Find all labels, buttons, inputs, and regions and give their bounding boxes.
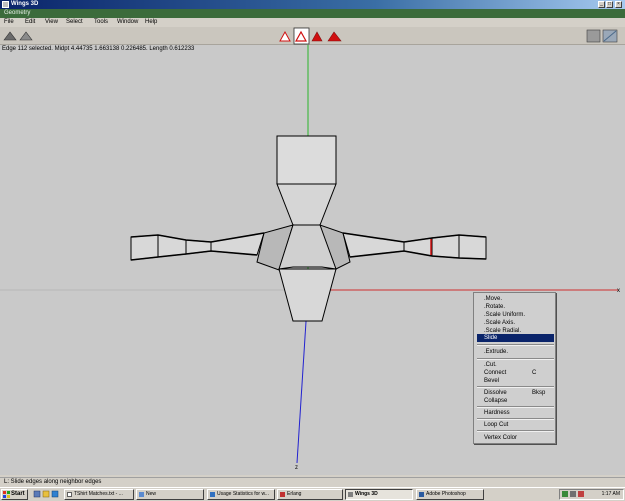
window-titlebar[interactable]: Wings 3D _ □ × bbox=[0, 0, 625, 9]
body-mode-icon[interactable] bbox=[327, 31, 342, 42]
document-icon bbox=[139, 492, 144, 497]
menu-separator bbox=[477, 430, 554, 432]
menu-item-move[interactable]: .Move. bbox=[484, 295, 502, 303]
menu-item-cut[interactable]: .Cut. bbox=[484, 361, 497, 369]
left-forearm bbox=[130, 234, 159, 261]
geometry-window-bar: Geometry bbox=[0, 9, 625, 18]
taskbar-item-photoshop[interactable]: Adobe Photoshop bbox=[416, 489, 484, 500]
toolbar bbox=[0, 27, 625, 45]
antivirus-icon bbox=[578, 491, 584, 497]
menu-separator bbox=[477, 386, 554, 388]
volume-icon bbox=[570, 491, 576, 497]
erlang-icon bbox=[280, 492, 285, 497]
menu-item-rotate[interactable]: .Rotate. bbox=[484, 303, 505, 311]
explorer-icon bbox=[42, 490, 50, 498]
face-mode-icon[interactable] bbox=[311, 31, 323, 42]
menu-view[interactable]: View bbox=[45, 18, 58, 27]
menu-separator bbox=[477, 418, 554, 420]
wings-app-icon bbox=[2, 1, 9, 8]
taskbar-item-usage-statistics[interactable]: Usage Statistics for w... bbox=[207, 489, 275, 500]
menu-item-scale-uniform[interactable]: .Scale Uniform. bbox=[484, 311, 525, 319]
menu-tools[interactable]: Tools bbox=[94, 18, 108, 27]
menu-item-connect[interactable]: Connect bbox=[484, 369, 506, 377]
menu-item-loop-cut[interactable]: Loop Cut bbox=[484, 421, 508, 429]
context-menu: .Move. .Rotate. .Scale Uniform. .Scale A… bbox=[473, 292, 556, 444]
redo-icon[interactable] bbox=[19, 31, 33, 41]
browser-window-icon bbox=[210, 492, 215, 497]
start-label: Start bbox=[11, 491, 25, 497]
system-tray: 1:17 AM bbox=[559, 489, 624, 500]
menu-separator bbox=[477, 344, 554, 346]
photoshop-icon bbox=[419, 492, 424, 497]
info-line: L: Slide edges along neighbor edges bbox=[0, 477, 625, 487]
windows-taskbar: Start TShirt Matches.txt - ... New Usage… bbox=[0, 487, 625, 500]
menu-help[interactable]: Help bbox=[145, 18, 157, 27]
taskbar-item-new[interactable]: New bbox=[136, 489, 204, 500]
menu-item-vertex-color[interactable]: Vertex Color bbox=[484, 434, 517, 442]
taskbar-item-wings3d[interactable]: Wings 3D bbox=[345, 489, 413, 500]
menubar: File Edit View Select Tools Window Help bbox=[0, 18, 625, 27]
menu-item-dissolve[interactable]: Dissolve bbox=[484, 389, 507, 397]
perspective-icon[interactable] bbox=[602, 29, 618, 43]
edge-mode-icon[interactable] bbox=[293, 27, 310, 45]
dissolve-hotkey: Bksp bbox=[532, 390, 546, 396]
menu-separator bbox=[477, 406, 554, 408]
head-face bbox=[276, 135, 337, 185]
menu-item-slide[interactable]: Slide bbox=[484, 334, 497, 342]
smooth-preview-icon[interactable] bbox=[586, 29, 601, 43]
menu-file[interactable]: File bbox=[4, 18, 14, 27]
connect-hotkey: C bbox=[532, 370, 537, 376]
menu-item-collapse[interactable]: Collapse bbox=[484, 397, 507, 405]
start-button[interactable]: Start bbox=[1, 489, 28, 500]
x-axis-label: x bbox=[617, 288, 620, 294]
maximize-button[interactable]: □ bbox=[606, 1, 613, 8]
right-forearm bbox=[431, 234, 460, 259]
menu-select[interactable]: Select bbox=[66, 18, 83, 27]
menu-edit[interactable]: Edit bbox=[25, 18, 35, 27]
menu-item-scale-axis[interactable]: .Scale Axis. bbox=[484, 319, 515, 327]
windows-logo-icon bbox=[3, 491, 10, 498]
taskbar-item-tshirt-matches[interactable]: TShirt Matches.txt - ... bbox=[64, 489, 134, 500]
z-axis-label: z bbox=[295, 465, 298, 471]
menu-item-bevel[interactable]: Bevel bbox=[484, 377, 499, 385]
notepad-icon bbox=[67, 492, 72, 497]
browser-icon bbox=[51, 490, 59, 498]
undo-icon[interactable] bbox=[3, 31, 17, 41]
close-button[interactable]: × bbox=[615, 1, 622, 8]
network-icon bbox=[562, 491, 568, 497]
taskbar-item-erlang[interactable]: Erlang bbox=[277, 489, 343, 500]
vertex-mode-icon[interactable] bbox=[278, 29, 292, 43]
menu-item-hardness[interactable]: Hardness bbox=[484, 409, 510, 417]
wings-taskbar-icon bbox=[348, 492, 353, 497]
quick-launch bbox=[33, 490, 59, 498]
selection-status: Edge 112 selected. Midpt 4.44735 1.66313… bbox=[2, 46, 195, 52]
menu-separator bbox=[477, 358, 554, 360]
right-hand bbox=[458, 234, 487, 260]
menu-item-extrude[interactable]: .Extrude. bbox=[484, 348, 508, 356]
show-desktop-icon bbox=[33, 490, 41, 498]
clock[interactable]: 1:17 AM bbox=[602, 490, 620, 499]
minimize-button[interactable]: _ bbox=[598, 1, 605, 8]
window-title: Wings 3D bbox=[11, 1, 39, 7]
menu-window[interactable]: Window bbox=[117, 18, 138, 27]
geometry-label: Geometry bbox=[4, 10, 31, 16]
